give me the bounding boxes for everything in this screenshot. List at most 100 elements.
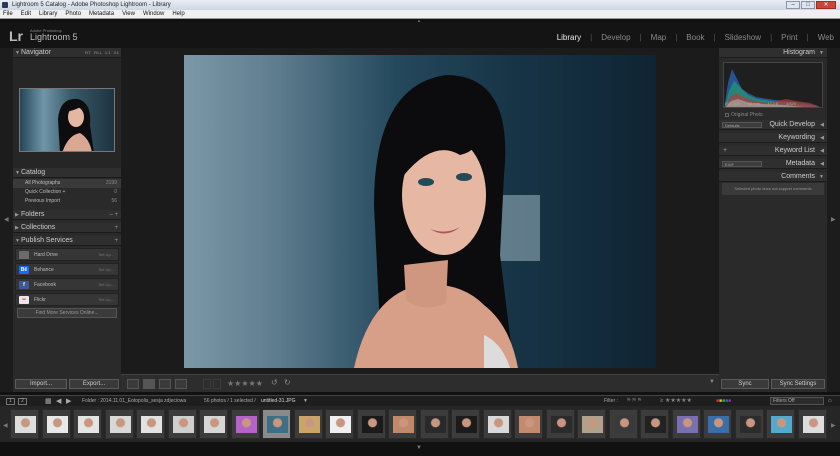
quick-develop-header[interactable]: Defaults Quick Develop ◀ <box>719 120 827 130</box>
filmstrip-thumbnail[interactable] <box>167 409 197 439</box>
filmstrip-thumbnail[interactable] <box>482 409 512 439</box>
menu-library[interactable]: Library <box>39 10 57 18</box>
filmstrip-scroll-right-icon[interactable]: ▶ <box>831 422 836 429</box>
flag-pick-icon[interactable] <box>203 379 211 389</box>
export-button[interactable]: Export... <box>69 379 119 389</box>
service-flickr[interactable]: •• Flickr Set Up... <box>15 293 119 306</box>
disclosure-triangle-icon[interactable]: ◀ <box>820 133 824 143</box>
filmstrip-thumbnail[interactable] <box>136 409 165 439</box>
catalog-previous-import[interactable]: Previous Import 56 <box>13 197 121 206</box>
close-button[interactable]: ✕ <box>816 1 836 9</box>
collapse-right-panel-icon[interactable]: ▶ <box>831 216 836 223</box>
filmstrip-thumbnail[interactable] <box>577 409 606 439</box>
collections-add-button[interactable]: + <box>114 223 118 233</box>
disclosure-triangle-icon[interactable]: ◀ <box>820 146 824 156</box>
minimize-button[interactable]: – <box>786 1 800 9</box>
module-map[interactable]: Map <box>651 33 667 42</box>
filmstrip-thumbnail[interactable] <box>734 409 764 439</box>
menu-window[interactable]: Window <box>143 10 164 18</box>
filmstrip-thumbnail[interactable] <box>766 409 795 439</box>
main-photo[interactable] <box>184 55 656 368</box>
filmstrip-thumbnail[interactable] <box>230 409 260 439</box>
service-setup-link[interactable]: Set Up... <box>98 264 114 276</box>
catalog-quick-collection[interactable]: Quick Collection + 0 <box>13 188 121 197</box>
menu-metadata[interactable]: Metadata <box>89 10 114 18</box>
filmstrip-scroll-left-icon[interactable]: ◀ <box>3 422 8 429</box>
filmstrip-thumbnail[interactable] <box>419 409 449 439</box>
menu-file[interactable]: File <box>3 10 13 18</box>
navigator-header[interactable]: ▼ Navigator FIT FILL 1:1 3:1 <box>13 48 121 58</box>
service-setup-link[interactable]: Set Up... <box>98 294 114 306</box>
folders-header[interactable]: ▶ Folders – + <box>13 210 121 220</box>
filmstrip-thumbnail[interactable] <box>10 409 39 439</box>
page-2-button[interactable]: 2 <box>18 398 27 405</box>
filmstrip-thumbnail[interactable] <box>514 409 543 439</box>
disclosure-triangle-icon[interactable]: ▼ <box>15 168 20 178</box>
right-panel-edge[interactable]: ▶ <box>827 48 840 392</box>
sync-button[interactable]: Sync <box>721 379 769 389</box>
filmstrip-thumbnail[interactable] <box>640 409 669 439</box>
filmstrip-thumbnail[interactable] <box>797 409 827 439</box>
left-panel-edge[interactable]: ◀ <box>0 48 13 392</box>
filmstrip-thumbnail[interactable] <box>262 409 291 439</box>
filmstrip-thumbnail[interactable] <box>199 409 228 439</box>
zoom-fit[interactable]: FIT <box>85 48 91 58</box>
filmstrip-thumbnail[interactable] <box>356 409 386 439</box>
disclosure-triangle-icon[interactable]: ▶ <box>15 210 19 220</box>
collapse-left-panel-icon[interactable]: ◀ <box>4 216 9 223</box>
service-facebook[interactable]: f Facebook Set Up... <box>15 278 119 291</box>
sync-settings-button[interactable]: Sync Settings <box>771 379 825 389</box>
filmstrip-thumbnail[interactable] <box>545 409 575 439</box>
checkbox-icon[interactable] <box>725 112 729 117</box>
comments-header[interactable]: Comments ▼ <box>719 172 827 182</box>
catalog-header[interactable]: ▼ Catalog <box>13 168 121 178</box>
histogram-header[interactable]: Histogram ▼ <box>719 48 827 58</box>
disclosure-triangle-icon[interactable]: ▼ <box>15 236 20 246</box>
filters-off-select[interactable]: Filters Off <box>770 397 824 405</box>
zoom-3-1[interactable]: 3:1 <box>113 48 119 58</box>
publish-add-button[interactable]: + <box>114 236 118 246</box>
disclosure-triangle-icon[interactable]: ◀ <box>820 120 824 130</box>
filmstrip-thumbnail[interactable] <box>104 409 134 439</box>
zoom-fill[interactable]: FILL <box>94 48 102 58</box>
loupe-view-icon[interactable] <box>143 379 155 389</box>
keyword-list-header[interactable]: + Keyword List ◀ <box>719 146 827 156</box>
disclosure-triangle-icon[interactable]: ▼ <box>15 48 20 58</box>
service-behance[interactable]: Bē Behance Set Up... <box>15 263 119 276</box>
survey-view-icon[interactable] <box>175 379 187 389</box>
filmstrip-thumbnail[interactable] <box>608 409 638 439</box>
disclosure-triangle-icon[interactable]: ▶ <box>15 223 19 233</box>
module-develop[interactable]: Develop <box>601 33 630 42</box>
original-photo-checkbox[interactable]: Original Photo <box>725 112 763 118</box>
menu-help[interactable]: Help <box>172 10 184 18</box>
saved-preset-select[interactable]: Defaults <box>722 122 762 128</box>
filmstrip-thumbnail[interactable] <box>451 409 480 439</box>
metadata-header[interactable]: EXIF Metadata ◀ <box>719 159 827 169</box>
star-rating[interactable]: ★★★★★ <box>227 379 263 388</box>
compare-view-icon[interactable] <box>159 379 171 389</box>
menu-view[interactable]: View <box>122 10 135 18</box>
grid-view-icon[interactable] <box>127 379 139 389</box>
module-slideshow[interactable]: Slideshow <box>725 33 761 42</box>
service-setup-link[interactable]: Set Up... <box>98 279 114 291</box>
keyword-add-button[interactable]: + <box>723 146 727 156</box>
filmstrip-thumbnail[interactable] <box>671 409 701 439</box>
menu-photo[interactable]: Photo <box>65 10 81 18</box>
metadata-set-select[interactable]: EXIF <box>722 161 762 167</box>
zoom-1-1[interactable]: 1:1 <box>105 48 111 58</box>
collections-header[interactable]: ▶ Collections + <box>13 223 121 233</box>
toolbar-menu-icon[interactable]: ▼ <box>709 379 715 385</box>
filmstrip-thumbnail[interactable] <box>703 409 732 439</box>
rotate-left-icon[interactable]: ↺ <box>271 378 278 387</box>
service-setup-link[interactable]: Set Up... <box>98 249 114 261</box>
filmstrip-thumbnail[interactable] <box>388 409 417 439</box>
disclosure-triangle-icon[interactable]: ▼ <box>819 172 824 182</box>
navigator-thumbnail[interactable] <box>19 88 115 152</box>
disclosure-triangle-icon[interactable]: ▼ <box>819 48 824 58</box>
disclosure-triangle-icon[interactable]: ◀ <box>820 159 824 169</box>
catalog-all-photographs[interactable]: All Photographs 3199 <box>13 179 121 188</box>
loupe-view[interactable] <box>121 48 719 374</box>
publish-services-header[interactable]: ▼ Publish Services + <box>13 236 121 246</box>
keywording-header[interactable]: Keywording ◀ <box>719 133 827 143</box>
service-hard-drive[interactable]: Hard Drive Set Up... <box>15 248 119 261</box>
